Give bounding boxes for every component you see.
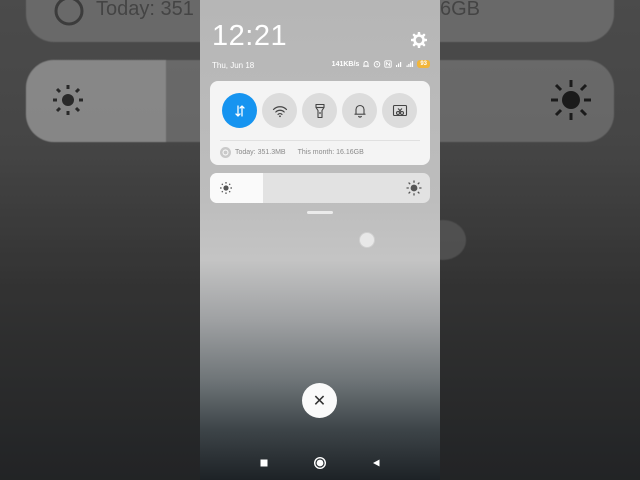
bell-icon: [354, 104, 365, 118]
wifi-toggle[interactable]: [262, 93, 297, 128]
cell-signal-icon: [406, 61, 414, 67]
network-speed: 141KB/s: [331, 60, 360, 68]
date: Thu, Jun 18: [212, 61, 255, 70]
close-button[interactable]: ✕: [302, 383, 337, 418]
phone-screen: 12:21 Thu, Jun 18 141KB/s 93 Today: 351.…: [200, 0, 440, 480]
drag-handle[interactable]: [307, 211, 333, 214]
battery-badge: 93: [417, 60, 430, 68]
brightness-high-icon: [406, 180, 422, 196]
sound-toggle[interactable]: [342, 93, 377, 128]
back-button[interactable]: [368, 455, 384, 471]
usage-today: Today: 351.3MB: [235, 149, 286, 156]
alarm-icon: [374, 61, 381, 68]
mobile-data-toggle[interactable]: [222, 93, 257, 128]
brightness-fill: [210, 173, 263, 203]
data-usage-icon: [220, 147, 231, 158]
clock: 12:21: [212, 20, 288, 52]
screenshot-toggle[interactable]: [382, 93, 417, 128]
notification-bell-icon: [363, 61, 370, 67]
quick-settings-panel: Today: 351.3MB This month: 16.16GB: [210, 81, 430, 165]
gear-icon[interactable]: [411, 32, 427, 48]
home-circle-icon: [313, 456, 327, 470]
wifi-icon: [272, 105, 287, 117]
quick-settings-tiles: [222, 93, 417, 128]
home-button[interactable]: [312, 455, 328, 471]
panel-divider: [220, 140, 420, 141]
status-icons: 141KB/s 93: [332, 60, 430, 68]
back-triangle-icon: [373, 459, 380, 467]
flashlight-icon: [314, 103, 325, 118]
brightness-slider[interactable]: [210, 173, 430, 203]
data-transfer-arrows-icon: [234, 104, 245, 117]
scissors-screenshot-icon: [392, 104, 407, 116]
touch-indicator: [359, 232, 375, 248]
navigation-bar: [200, 452, 440, 474]
flashlight-toggle[interactable]: [302, 93, 337, 128]
usage-month: This month: 16.16GB: [297, 149, 364, 156]
nfc-icon: [384, 60, 392, 68]
wifi-signal-icon: [396, 62, 402, 67]
recents-button[interactable]: [256, 455, 272, 471]
brightness-low-icon: [220, 182, 232, 194]
square-icon: [260, 459, 268, 467]
data-usage-row: Today: 351.3MB This month: 16.16GB: [220, 147, 364, 158]
